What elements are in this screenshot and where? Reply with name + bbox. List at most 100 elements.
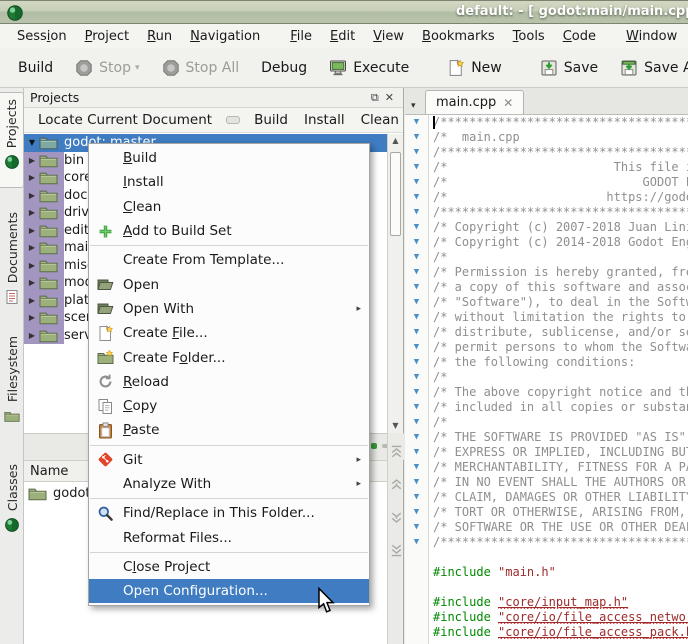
context-menu-item-find-replace-in-this-folder[interactable]: Find/Replace in This Folder...: [89, 501, 369, 525]
context-menu-item-create-file[interactable]: Create File...: [89, 321, 369, 345]
fold-marker-icon[interactable]: ▼: [405, 160, 428, 175]
debug-button[interactable]: Debug: [253, 56, 315, 80]
context-menu-item-reload[interactable]: Reload: [89, 370, 369, 394]
execute-button[interactable]: Execute: [321, 55, 417, 81]
context-menu-item-open-with[interactable]: Open With▸: [89, 297, 369, 321]
new-button[interactable]: New: [439, 55, 510, 81]
fold-marker-icon[interactable]: ▼: [405, 445, 428, 460]
scrollbar-thumb[interactable]: [390, 152, 401, 236]
save-as-button[interactable]: Save As: [612, 55, 688, 81]
dock-tab-classes[interactable]: Classes: [0, 458, 24, 554]
panel-clean-button[interactable]: Clean: [353, 110, 407, 130]
menu-edit[interactable]: Edit: [321, 27, 364, 46]
titlebar[interactable]: default: - [ godot:main/main.cpp ]: [0, 0, 688, 24]
fold-marker-icon[interactable]: ▼: [405, 385, 428, 400]
fold-marker-icon[interactable]: ▼: [405, 130, 428, 145]
fold-marker-icon[interactable]: ▼: [405, 325, 428, 340]
scroll-down-arrow[interactable]: ▼: [388, 419, 403, 433]
context-menu-item-git[interactable]: Git▸: [89, 448, 369, 472]
expander-icon[interactable]: ▶: [27, 243, 37, 252]
fold-marker-icon[interactable]: ▼: [405, 460, 428, 475]
fold-marker-icon[interactable]: ▼: [405, 535, 428, 550]
menu-bookmarks[interactable]: Bookmarks: [413, 27, 504, 46]
fold-marker-icon[interactable]: ▼: [405, 175, 428, 190]
fold-marker-icon[interactable]: ▼: [405, 340, 428, 355]
panel-install-button[interactable]: Install: [296, 110, 353, 130]
code-folding-margin[interactable]: ▼▼▼▼▼▼▼▼▼▼▼▼▼▼▼▼▼▼▼▼▼▼▼▼▼▼▼▼▼: [405, 115, 429, 644]
fold-marker-icon[interactable]: ▼: [405, 265, 428, 280]
fold-marker-icon[interactable]: ▼: [405, 400, 428, 415]
context-menu-item-create-folder[interactable]: Create Folder...: [89, 345, 369, 369]
panel-float-button[interactable]: ⧉: [368, 91, 382, 105]
panel-build-button[interactable]: Build: [246, 110, 296, 130]
context-menu-item-install[interactable]: Install: [89, 170, 369, 194]
context-menu-item-close-project[interactable]: Close Project: [89, 555, 369, 579]
fold-marker-icon[interactable]: ▼: [405, 280, 428, 295]
fold-marker-icon[interactable]: ▼: [405, 505, 428, 520]
tab-close-icon[interactable]: ✕: [503, 96, 513, 110]
nav-down-button[interactable]: [388, 510, 404, 532]
save-button[interactable]: Save: [532, 55, 606, 81]
menu-code[interactable]: Code: [554, 27, 605, 46]
fold-marker-icon[interactable]: ▼: [405, 235, 428, 250]
code-text[interactable]: /***************************************…: [430, 115, 688, 640]
context-menu-item-copy[interactable]: Copy: [89, 394, 369, 418]
menu-file[interactable]: File: [281, 27, 321, 46]
fold-marker-icon[interactable]: ▼: [405, 190, 428, 205]
dock-tab-documents[interactable]: Documents: [0, 206, 24, 314]
expander-icon[interactable]: ▶: [27, 313, 37, 322]
fold-marker-icon[interactable]: ▼: [405, 250, 428, 265]
menu-tools[interactable]: Tools: [504, 27, 554, 46]
expander-icon[interactable]: ▼: [27, 138, 37, 147]
expander-icon[interactable]: ▶: [27, 191, 37, 200]
fold-marker-icon[interactable]: ▼: [405, 490, 428, 505]
fold-marker-icon[interactable]: ▼: [405, 205, 428, 220]
expander-icon[interactable]: ▶: [27, 173, 37, 182]
panel-close-button[interactable]: ✕: [382, 91, 397, 104]
context-menu-item-clean[interactable]: Clean: [89, 195, 369, 219]
expander-icon[interactable]: ▶: [27, 278, 37, 287]
expander-icon[interactable]: ▶: [27, 261, 37, 270]
build-button[interactable]: Build: [10, 56, 61, 80]
menu-run[interactable]: Run: [138, 27, 181, 46]
tree-scrollbar[interactable]: ▲ ▼: [387, 134, 403, 433]
dock-tab-filesystem[interactable]: Filesystem: [0, 330, 24, 442]
dock-tab-projects[interactable]: Projects: [0, 92, 24, 188]
locate-current-document-button[interactable]: Locate Current Document: [30, 110, 220, 130]
context-menu-item-build[interactable]: Build: [89, 146, 369, 170]
fold-marker-icon[interactable]: ▼: [405, 115, 428, 130]
fold-marker-icon[interactable]: ▼: [405, 475, 428, 490]
fold-marker-icon[interactable]: ▼: [405, 295, 428, 310]
context-menu-item-analyze-with[interactable]: Analyze With▸: [89, 472, 369, 496]
fold-marker-icon[interactable]: ▼: [405, 145, 428, 160]
fold-marker-icon[interactable]: ▼: [405, 355, 428, 370]
expander-icon[interactable]: ▶: [27, 331, 37, 340]
fold-marker-icon[interactable]: ▼: [405, 310, 428, 325]
fold-marker-icon[interactable]: ▼: [405, 220, 428, 235]
fold-marker-icon[interactable]: ▼: [405, 370, 428, 385]
fold-marker-icon[interactable]: ▼: [405, 430, 428, 445]
context-menu-item-reformat-files[interactable]: Reformat Files...: [89, 525, 369, 549]
menu-view[interactable]: View: [364, 27, 413, 46]
menu-window[interactable]: Window: [617, 27, 686, 46]
scroll-up-arrow[interactable]: ▲: [388, 134, 403, 148]
nav-up-button[interactable]: [388, 477, 404, 499]
context-menu-item-open[interactable]: Open: [89, 272, 369, 296]
expander-icon[interactable]: ▶: [27, 226, 37, 235]
fold-marker-icon[interactable]: ▼: [405, 520, 428, 535]
context-menu-item-create-from-template[interactable]: Create From Template...: [89, 248, 369, 272]
nav-bottom-button[interactable]: [388, 543, 404, 565]
tab-main-cpp[interactable]: main.cpp ✕: [425, 90, 524, 114]
nav-top-button[interactable]: [388, 444, 404, 466]
expander-icon[interactable]: ▶: [27, 208, 37, 217]
menu-session[interactable]: Session: [8, 27, 76, 46]
build-selection-icon-button[interactable]: [226, 116, 240, 124]
expander-icon[interactable]: ▶: [27, 156, 37, 165]
context-menu-item-add-to-build-set[interactable]: Add to Build Set: [89, 219, 369, 243]
code-area[interactable]: ▼▼▼▼▼▼▼▼▼▼▼▼▼▼▼▼▼▼▼▼▼▼▼▼▼▼▼▼▼ /*********…: [405, 115, 688, 644]
fold-marker-icon[interactable]: ▼: [405, 415, 428, 430]
menu-navigation[interactable]: Navigation: [181, 27, 269, 46]
document-list-dropdown-icon[interactable]: ▾: [411, 101, 416, 111]
menu-project[interactable]: Project: [76, 27, 139, 46]
context-menu-item-paste[interactable]: Paste: [89, 418, 369, 442]
